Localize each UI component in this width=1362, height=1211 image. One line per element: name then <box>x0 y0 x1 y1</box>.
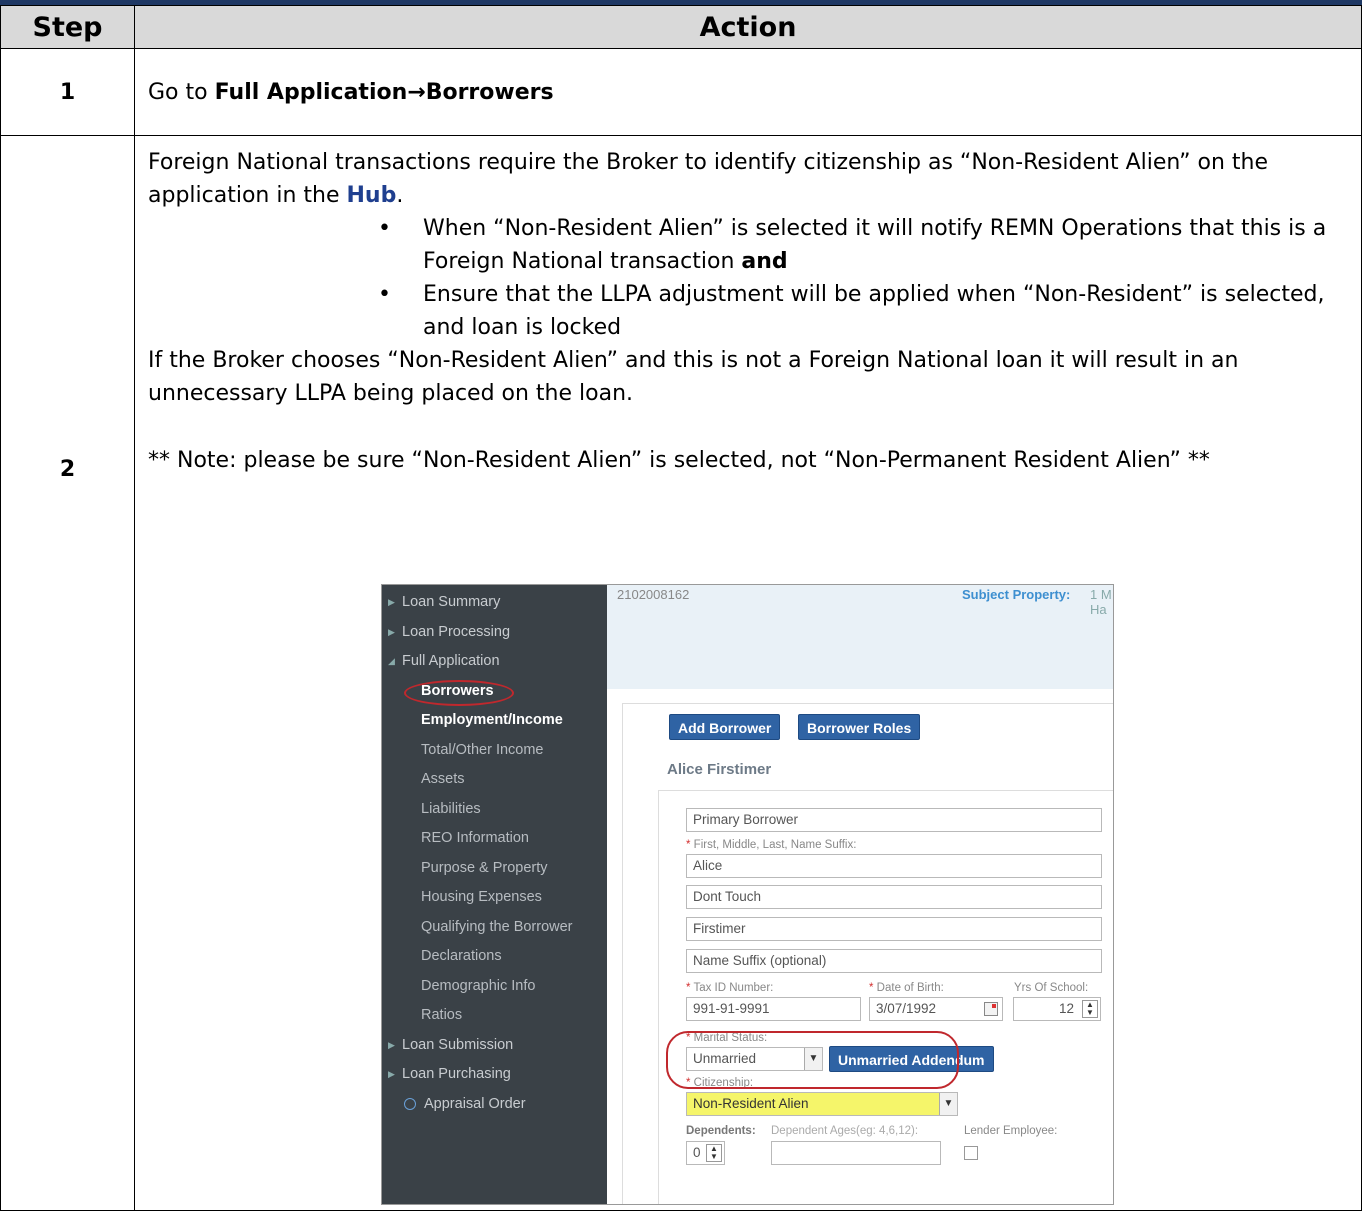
collapse-arrow-icon: ◢ <box>388 656 395 666</box>
expand-arrow-icon: ▶ <box>388 1069 395 1079</box>
lender-employee-checkbox[interactable] <box>964 1146 978 1160</box>
borrower-name: Alice Firstimer <box>667 761 772 778</box>
bullet-list: When “Non-Resident Alien” is selected it… <box>378 212 1361 344</box>
expand-arrow-icon: ▶ <box>388 597 395 607</box>
dob-label: * Date of Birth: <box>869 982 944 994</box>
circle-arrow-icon <box>404 1098 416 1110</box>
calendar-icon[interactable] <box>984 1002 998 1016</box>
intro-text: Foreign National transactions require th… <box>148 150 1269 208</box>
subject-property-value: 1 M Ha <box>1090 587 1112 617</box>
menu-path: Full Application→Borrowers <box>214 79 554 105</box>
sidebar-item-loan-purchasing[interactable]: ▶ Loan Purchasing <box>388 1060 511 1089</box>
lender-employee-label: Lender Employee: <box>964 1125 1058 1137</box>
sidebar-item-appraisal-order[interactable]: Appraisal Order <box>404 1090 526 1119</box>
bullet-item: When “Non-Resident Alien” is selected it… <box>378 212 1361 278</box>
sidebar-item-demographic[interactable]: Demographic Info <box>421 972 535 1001</box>
sidebar-item-declarations[interactable]: Declarations <box>421 942 502 971</box>
step-number: 1 <box>0 48 135 136</box>
borrower-roles-button[interactable]: Borrower Roles <box>798 714 921 740</box>
dependent-ages-label: Dependent Ages(eg: 4,6,12): <box>771 1125 919 1137</box>
name-label: * First, Middle, Last, Name Suffix: <box>686 839 857 851</box>
bullet-bold: and <box>741 249 788 274</box>
sidebar-item-full-application[interactable]: ◢ Full Application <box>388 647 500 676</box>
bullet-text: When “Non-Resident Alien” is selected it… <box>423 216 1327 274</box>
warning-paragraph: If the Broker chooses “Non-Resident Alie… <box>148 348 1239 406</box>
loan-number: 2102008162 <box>617 587 690 602</box>
borrower-form: Primary Borrower * First, Middle, Last, … <box>658 790 1113 1204</box>
name-suffix-field[interactable]: Name Suffix (optional) <box>686 949 1102 973</box>
sidebar-item-ratios[interactable]: Ratios <box>421 1001 462 1030</box>
school-label: Yrs Of School: <box>1014 982 1089 994</box>
app-sidebar: ▶ Loan Summary ▶ Loan Processing ◢ Full App… <box>382 585 607 1204</box>
loan-header: 2102008162 Subject Property: 1 M Ha <box>607 585 1113 689</box>
app-screenshot: ▶ Loan Summary ▶ Loan Processing ◢ Full App… <box>381 584 1114 1205</box>
sidebar-item-employment-income[interactable]: Employment/Income <box>421 706 563 735</box>
school-stepper[interactable]: 12 ▲ ▼ <box>1013 997 1101 1021</box>
action-header: Action <box>134 5 1362 49</box>
table-row: 1 Go to Full Application→Borrowers <box>0 48 1362 136</box>
middle-name-field[interactable]: Dont Touch <box>686 885 1102 909</box>
hub-link: Hub <box>346 183 397 208</box>
sidebar-item-total-other-income[interactable]: Total/Other Income <box>421 736 544 765</box>
tax-id-label: * Tax ID Number: <box>686 982 774 994</box>
chevron-down-icon: ▼ <box>939 1093 957 1115</box>
sidebar-item-housing-expenses[interactable]: Housing Expenses <box>421 883 542 912</box>
bullet-text: Ensure that the LLPA adjustment will be … <box>423 282 1325 340</box>
bullet-item: Ensure that the LLPA adjustment will be … <box>378 278 1361 344</box>
last-name-field[interactable]: Firstimer <box>686 917 1102 941</box>
sidebar-item-reo-information[interactable]: REO Information <box>421 824 529 853</box>
spinner-icon[interactable]: ▲ ▼ <box>706 1144 722 1162</box>
action-cell: Go to Full Application→Borrowers <box>134 48 1362 136</box>
dependents-label: Dependents: <box>686 1125 756 1137</box>
tax-id-field[interactable]: 991-91-9991 <box>686 997 861 1021</box>
sidebar-item-qualifying[interactable]: Qualifying the Borrower <box>421 913 573 942</box>
highlight-ring <box>404 680 514 706</box>
sidebar-item-purpose-property[interactable]: Purpose & Property <box>421 854 548 883</box>
first-name-field[interactable]: Alice <box>686 854 1102 878</box>
spinner-icon[interactable]: ▲ ▼ <box>1082 1000 1098 1018</box>
sidebar-item-liabilities[interactable]: Liabilities <box>421 795 481 824</box>
borrower-panel: Add Borrower Borrower Roles Alice Firsti… <box>622 703 1113 1204</box>
subject-property-label: Subject Property: <box>962 587 1071 602</box>
action-text: Go to <box>148 79 208 105</box>
sidebar-item-loan-summary[interactable]: ▶ Loan Summary <box>388 588 500 617</box>
step-number: 2 <box>0 135 135 1211</box>
dependent-ages-field[interactable] <box>771 1141 941 1165</box>
add-borrower-button[interactable]: Add Borrower <box>669 714 781 740</box>
intro-paragraph: Foreign National transactions require th… <box>148 146 1361 212</box>
step-header: Step <box>0 5 135 49</box>
period: . <box>396 183 404 208</box>
sidebar-item-assets[interactable]: Assets <box>421 765 465 794</box>
expand-arrow-icon: ▶ <box>388 627 395 637</box>
sidebar-item-loan-submission[interactable]: ▶ Loan Submission <box>388 1031 513 1060</box>
dob-field[interactable]: 3/07/1992 <box>869 997 1003 1021</box>
borrower-role-field[interactable]: Primary Borrower <box>686 808 1102 832</box>
citizenship-select[interactable]: Non-Resident Alien ▼ <box>686 1092 958 1116</box>
sidebar-item-loan-processing[interactable]: ▶ Loan Processing <box>388 618 510 647</box>
expand-arrow-icon: ▶ <box>388 1040 395 1050</box>
highlight-ring <box>666 1031 959 1089</box>
dependents-stepper[interactable]: 0 ▲ ▼ <box>686 1141 725 1165</box>
note-paragraph: ** Note: please be sure “Non-Resident Al… <box>148 448 1210 473</box>
